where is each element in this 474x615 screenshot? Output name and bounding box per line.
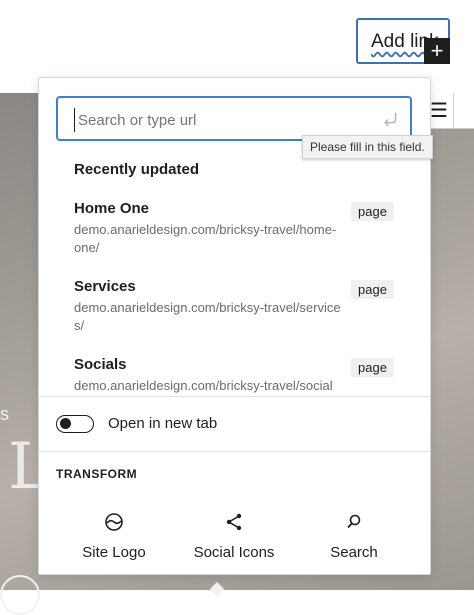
- transform-label: Social Icons: [193, 544, 275, 561]
- divider: [39, 451, 430, 452]
- block-inserter-plus-button[interactable]: +: [424, 38, 450, 64]
- search-result-item[interactable]: Socials demo.anarieldesign.com/bricksy-t…: [39, 356, 430, 394]
- open-in-new-tab-toggle[interactable]: [56, 415, 94, 433]
- open-in-new-tab-label: Open in new tab: [108, 415, 218, 432]
- result-title: Services: [74, 278, 136, 295]
- search-icon: [347, 514, 361, 529]
- site-logo-icon: [105, 513, 123, 531]
- transform-label: Search: [330, 544, 378, 561]
- toggle-knob: [60, 418, 71, 429]
- transform-label: Site Logo: [82, 544, 146, 561]
- validation-tooltip: Please fill in this field.: [302, 135, 433, 159]
- result-type-badge: page: [351, 280, 394, 299]
- result-url: demo.anarieldesign.com/bricksy-travel/ho…: [74, 222, 337, 255]
- cover-small-text: s: [0, 404, 9, 424]
- transform-heading: TRANSFORM: [56, 467, 138, 481]
- link-search-input[interactable]: [74, 108, 370, 132]
- result-type-badge: page: [351, 358, 394, 377]
- search-result-item[interactable]: Services demo.anarieldesign.com/bricksy-…: [39, 278, 430, 348]
- share-icon: [226, 513, 242, 531]
- result-title: Home One: [74, 200, 150, 217]
- transform-search[interactable]: Search: [299, 510, 409, 561]
- transform-site-logo[interactable]: Site Logo: [59, 510, 169, 561]
- toolbar-edge: [454, 93, 474, 129]
- search-result-item[interactable]: Home One demo.anarieldesign.com/bricksy-…: [39, 200, 430, 270]
- recently-updated-heading: Recently updated: [74, 161, 200, 178]
- result-url: demo.anarieldesign.com/bricksy-travel/se…: [74, 300, 341, 333]
- emblem-icon: [0, 575, 40, 615]
- search-results-list: Home One demo.anarieldesign.com/bricksy-…: [39, 188, 430, 394]
- result-url: demo.anarieldesign.com/bricksy-travel/so…: [74, 378, 333, 393]
- transform-social-icons[interactable]: Social Icons: [179, 510, 289, 561]
- submit-enter-icon[interactable]: [380, 108, 402, 130]
- divider: [39, 396, 430, 397]
- result-title: Socials: [74, 356, 127, 373]
- result-type-badge: page: [351, 202, 394, 221]
